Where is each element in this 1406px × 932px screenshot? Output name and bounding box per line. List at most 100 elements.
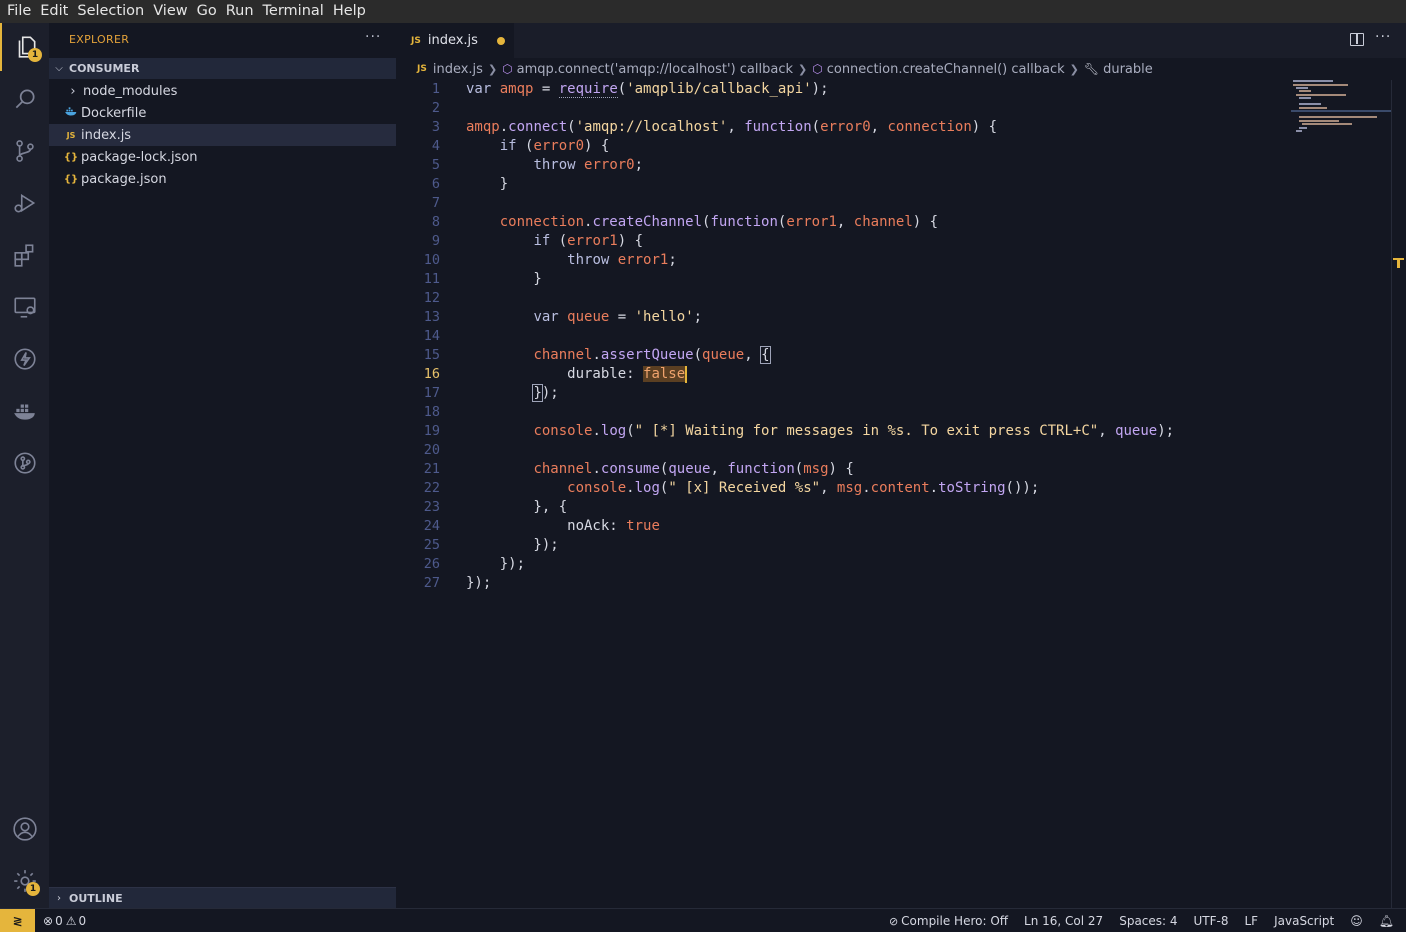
outline-label: OUTLINE bbox=[69, 891, 123, 905]
line-number: 10 bbox=[423, 252, 440, 268]
remote-indicator[interactable]: ≷ bbox=[0, 908, 35, 932]
breadcrumb-channel-callback[interactable]: connection.createChannel() callback bbox=[827, 62, 1065, 77]
unsaved-dot-icon[interactable] bbox=[497, 37, 505, 45]
search-button[interactable] bbox=[0, 75, 49, 123]
outline-section-header[interactable]: › OUTLINE bbox=[49, 887, 396, 908]
editor-tab-bar: JS index.js ··· bbox=[396, 23, 1406, 58]
explorer-badge: 1 bbox=[28, 48, 42, 62]
line-number: 14 bbox=[423, 328, 440, 344]
bell-icon[interactable]: 🔔︎ bbox=[1379, 914, 1394, 928]
method-cube-icon: ⬡ bbox=[812, 62, 823, 76]
accounts-button[interactable] bbox=[0, 805, 49, 853]
editor-scrollbar[interactable] bbox=[1391, 80, 1406, 908]
explorer-title: EXPLORER bbox=[69, 33, 130, 46]
tree-item-label: index.js bbox=[81, 127, 132, 143]
menu-view[interactable]: View bbox=[150, 0, 193, 23]
gitlens-icon bbox=[13, 452, 36, 474]
tab-index-js[interactable]: JS index.js bbox=[396, 23, 514, 58]
menu-help[interactable]: Help bbox=[330, 0, 372, 23]
menu-edit[interactable]: Edit bbox=[37, 0, 74, 23]
source-control-icon bbox=[15, 140, 34, 162]
compile-hero-status[interactable]: ⊘ Compile Hero: Off bbox=[889, 914, 1008, 928]
run-debug-button[interactable] bbox=[0, 179, 49, 227]
line-number: 1 bbox=[431, 81, 440, 97]
line-number: 24 bbox=[423, 518, 440, 534]
lightning-icon bbox=[13, 348, 36, 370]
menu-file[interactable]: File bbox=[4, 0, 37, 23]
text-cursor bbox=[685, 365, 688, 383]
error-count: 0 bbox=[55, 913, 63, 928]
extensions-button[interactable] bbox=[0, 231, 49, 279]
split-editor-icon[interactable] bbox=[1350, 33, 1364, 46]
line-number: 9 bbox=[431, 233, 440, 249]
explorer-more-button[interactable]: ··· bbox=[365, 29, 381, 45]
tree-item-package-lock-json[interactable]: {} package-lock.json bbox=[49, 146, 396, 168]
js-icon: JS bbox=[66, 130, 76, 140]
feedback-icon[interactable]: ☺ bbox=[1350, 914, 1363, 928]
more-actions-icon[interactable]: ··· bbox=[1375, 29, 1391, 45]
code-line: 3 amqp.connect('amqp://localhost', functi… bbox=[396, 118, 1286, 137]
docker-icon bbox=[13, 404, 35, 420]
cursor-position[interactable]: Ln 16, Col 27 bbox=[1024, 914, 1103, 928]
problems-indicator[interactable]: ⊗ 0 ⚠ 0 bbox=[43, 914, 86, 928]
explorer-button[interactable]: 1 bbox=[0, 23, 49, 71]
code-line: 5 throw error0; bbox=[396, 156, 1286, 175]
line-number: 7 bbox=[431, 195, 440, 211]
tree-item-index-js[interactable]: JS index.js bbox=[49, 124, 396, 146]
code-line: 1 var amqp = require('amqplib/callback_ap… bbox=[396, 80, 1286, 99]
code-line: 17 }); bbox=[396, 384, 1286, 403]
line-number: 20 bbox=[423, 442, 440, 458]
code-line: 15 channel.assertQueue(queue, { bbox=[396, 346, 1286, 365]
workspace-section-header[interactable]: ⌵ CONSUMER bbox=[49, 58, 396, 79]
source-control-button[interactable] bbox=[0, 127, 49, 175]
breadcrumb-durable[interactable]: durable bbox=[1103, 62, 1153, 77]
compile-hero-label: Compile Hero: Off bbox=[901, 914, 1009, 928]
tree-item-node-modules[interactable]: › node_modules bbox=[49, 80, 396, 102]
breadcrumb-connect-callback[interactable]: amqp.connect('amqp://localhost') callbac… bbox=[517, 62, 793, 77]
code-line: 24 noAck: true bbox=[396, 517, 1286, 536]
tree-item-package-json[interactable]: {} package.json bbox=[49, 168, 396, 190]
manage-button[interactable]: 1 bbox=[0, 857, 49, 905]
code-line: 12 bbox=[396, 289, 1286, 308]
search-icon bbox=[15, 89, 35, 109]
thunder-client-button[interactable] bbox=[0, 335, 49, 383]
language-mode[interactable]: JavaScript bbox=[1274, 914, 1334, 928]
line-number: 5 bbox=[431, 157, 440, 173]
settings-badge: 1 bbox=[26, 882, 40, 896]
code-line: 26 }); bbox=[396, 555, 1286, 574]
line-number: 2 bbox=[431, 100, 440, 116]
menu-go[interactable]: Go bbox=[194, 0, 223, 23]
menu-selection[interactable]: Selection bbox=[74, 0, 150, 23]
docker-button[interactable] bbox=[0, 387, 49, 435]
encoding[interactable]: UTF-8 bbox=[1194, 914, 1229, 928]
chevron-down-icon: ⌵ bbox=[55, 63, 63, 74]
line-number: 13 bbox=[423, 309, 440, 325]
tree-item-label: package-lock.json bbox=[81, 149, 198, 165]
menu-bar: File Edit Selection View Go Run Terminal… bbox=[0, 0, 1406, 23]
js-icon: JS bbox=[411, 35, 421, 46]
menu-run[interactable]: Run bbox=[223, 0, 260, 23]
remote-explorer-icon bbox=[13, 297, 36, 318]
remote-explorer-button[interactable] bbox=[0, 283, 49, 331]
line-number: 8 bbox=[431, 214, 440, 230]
json-icon: {} bbox=[63, 151, 79, 163]
code-line: 27}); bbox=[396, 574, 1286, 593]
line-number: 6 bbox=[431, 176, 440, 192]
breadcrumb-file[interactable]: index.js bbox=[433, 62, 483, 77]
indentation[interactable]: Spaces: 4 bbox=[1119, 914, 1177, 928]
line-number: 26 bbox=[423, 556, 440, 572]
code-line: 10 throw error1; bbox=[396, 251, 1286, 270]
gitlens-button[interactable] bbox=[0, 439, 49, 487]
end-of-line[interactable]: LF bbox=[1245, 914, 1259, 928]
json-icon: {} bbox=[63, 173, 79, 185]
minimap[interactable] bbox=[1291, 80, 1391, 140]
method-cube-icon: ⬡ bbox=[502, 62, 513, 76]
line-number: 19 bbox=[423, 423, 440, 439]
code-line: 22 console.log(" [x] Received %s", msg.c… bbox=[396, 479, 1286, 498]
chevron-right-icon: ❯ bbox=[798, 62, 808, 76]
line-number: 23 bbox=[423, 499, 440, 515]
tree-item-dockerfile[interactable]: Dockerfile bbox=[49, 102, 396, 124]
menu-terminal[interactable]: Terminal bbox=[260, 0, 330, 23]
breadcrumb: JS index.js ❯ ⬡ amqp.connect('amqp://loc… bbox=[396, 58, 1406, 80]
code-editor[interactable]: 1 var amqp = require('amqplib/callback_ap… bbox=[396, 80, 1291, 908]
